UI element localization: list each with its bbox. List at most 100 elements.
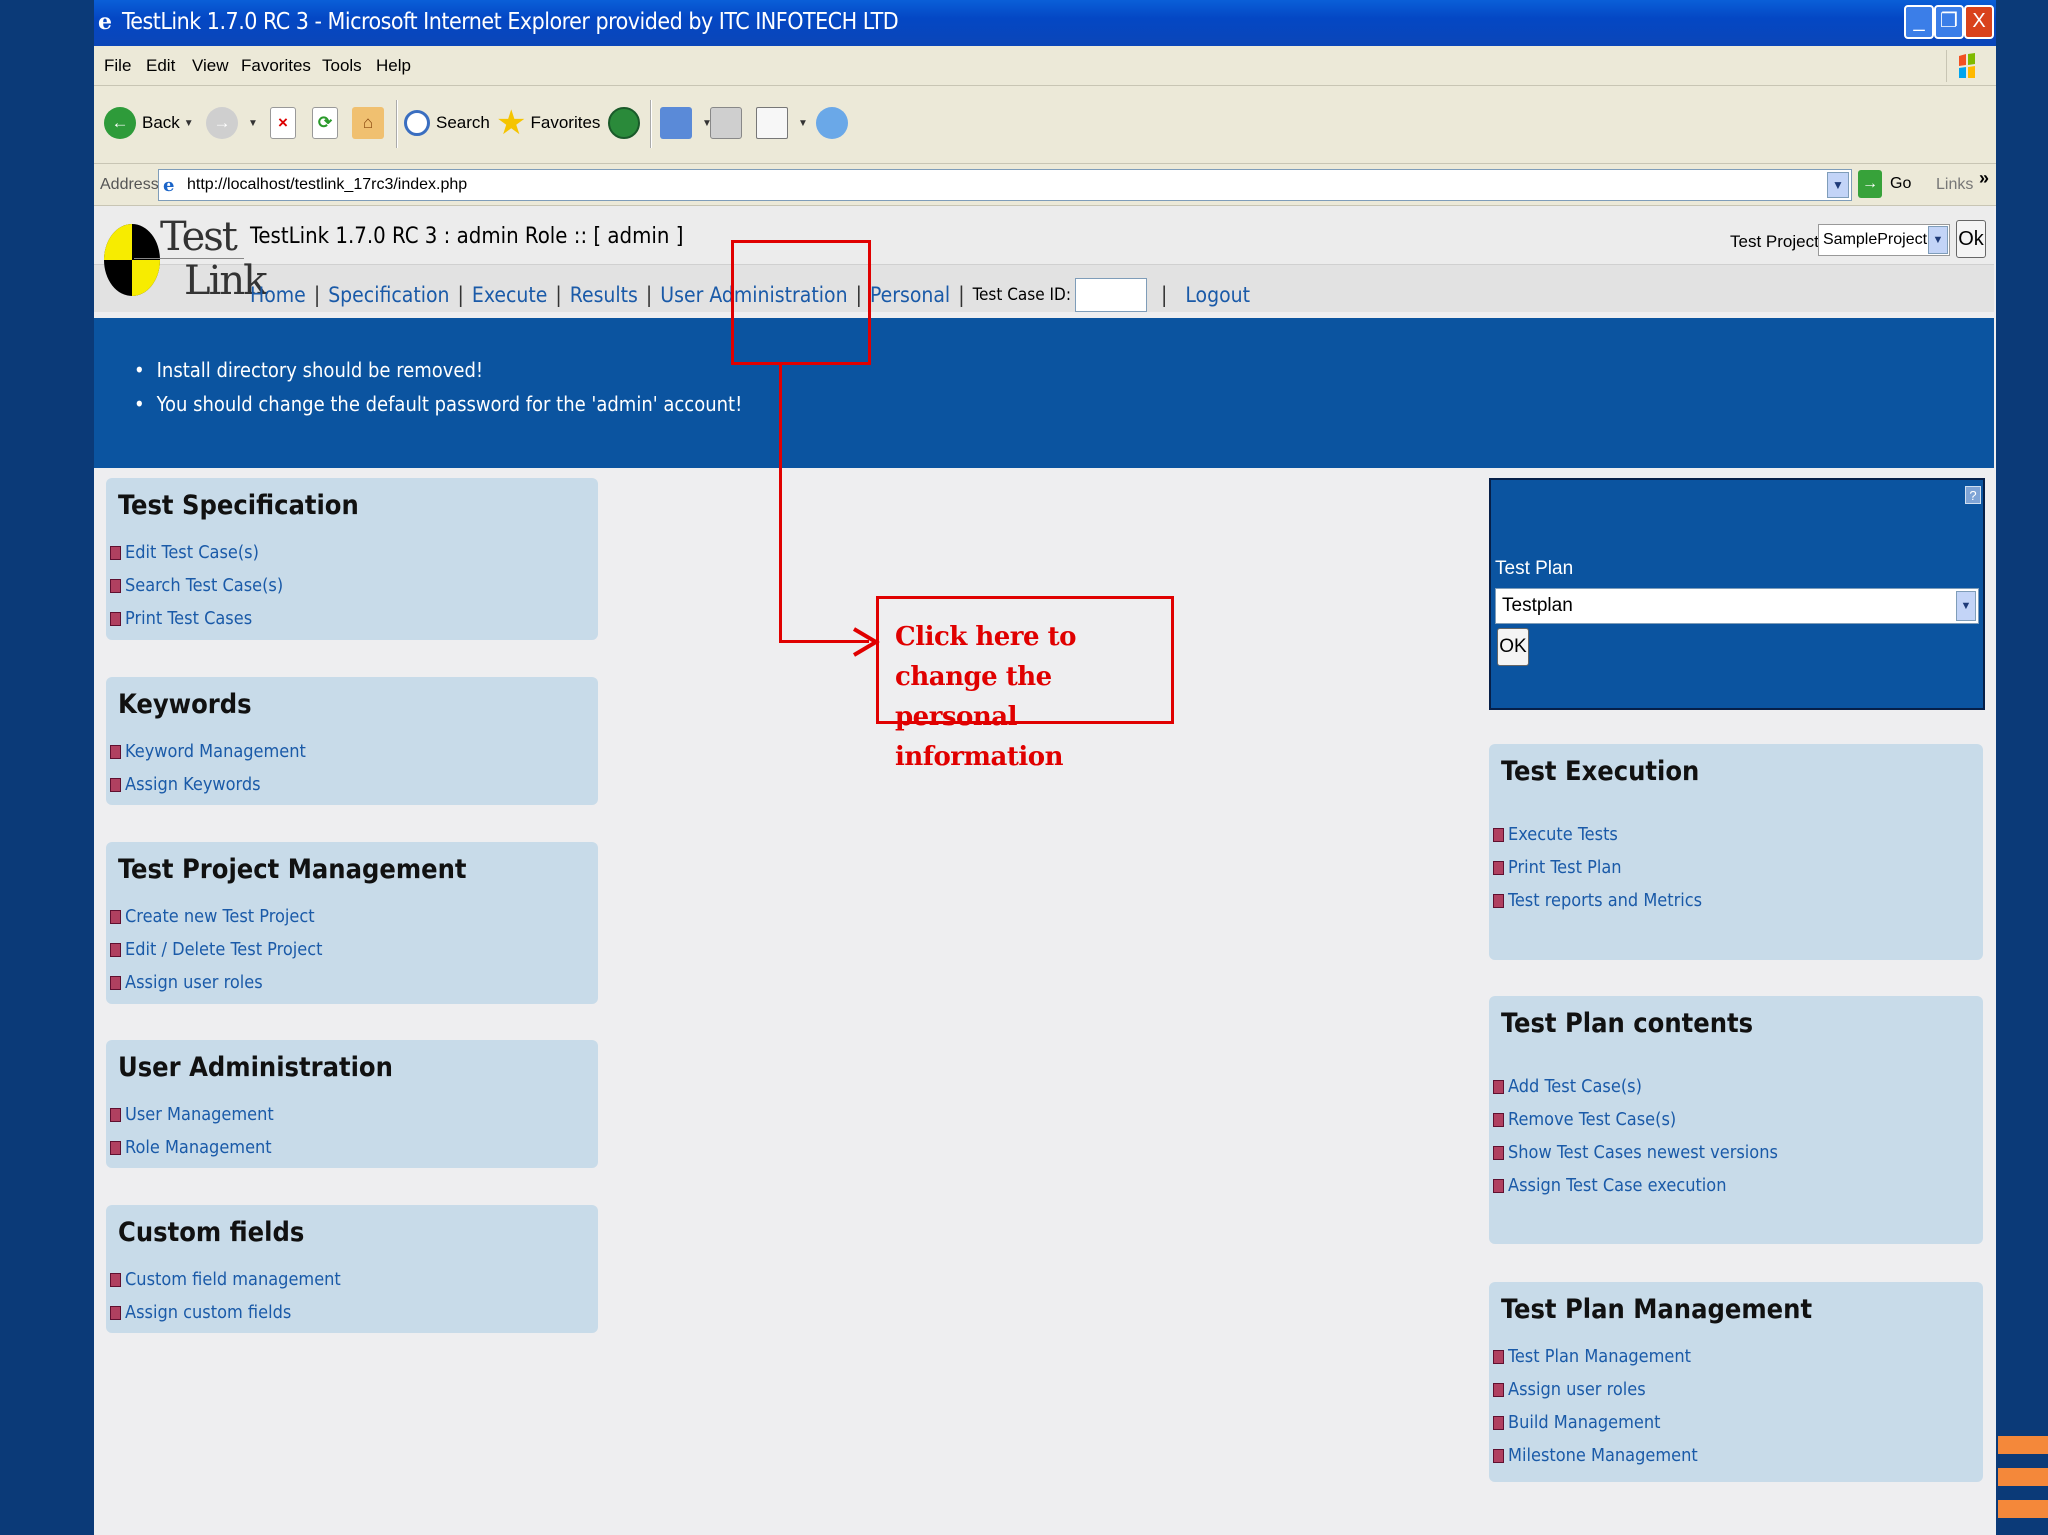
alert-banner: Install directory should be removed! You… bbox=[94, 318, 1994, 468]
nav-logout[interactable]: Logout bbox=[1185, 283, 1250, 307]
bullet-icon bbox=[1493, 893, 1504, 908]
link-build-management[interactable]: Build Management bbox=[1493, 1406, 1698, 1439]
forward-button[interactable]: → ▼ bbox=[206, 100, 258, 146]
test-plan-ok-button[interactable]: OK bbox=[1497, 628, 1529, 666]
nav-home[interactable]: Home bbox=[250, 283, 306, 307]
bullet-icon bbox=[110, 942, 121, 957]
restore-button[interactable]: ❐ bbox=[1934, 5, 1964, 39]
nav-specification[interactable]: Specification bbox=[328, 283, 449, 307]
edit-button[interactable]: ▼ bbox=[756, 100, 808, 146]
link-test-plan-management[interactable]: Test Plan Management bbox=[1493, 1340, 1698, 1373]
favorites-button[interactable]: ★ Favorites bbox=[496, 100, 600, 146]
link-label: Add Test Case(s) bbox=[1508, 1076, 1642, 1097]
links-chevron-icon[interactable]: » bbox=[1979, 168, 1989, 189]
link-role-management[interactable]: Role Management bbox=[110, 1131, 274, 1164]
menu-favorites[interactable]: Favorites bbox=[241, 56, 311, 76]
refresh-button[interactable]: ⟳ bbox=[312, 100, 344, 146]
link-assign-user-roles-plan[interactable]: Assign user roles bbox=[1493, 1373, 1698, 1406]
mail-icon bbox=[660, 107, 692, 139]
panel-test-plan-contents: Test Plan contents Add Test Case(s) Remo… bbox=[1489, 996, 1983, 1244]
panel-title: Test Plan Management bbox=[1501, 1294, 1813, 1325]
link-edit-test-cases[interactable]: Edit Test Case(s) bbox=[110, 536, 283, 569]
link-search-test-cases[interactable]: Search Test Case(s) bbox=[110, 569, 283, 602]
chevron-down-icon[interactable]: ▼ bbox=[1956, 591, 1976, 621]
menu-edit[interactable]: Edit bbox=[146, 56, 175, 76]
messenger-button[interactable] bbox=[816, 100, 854, 146]
panel-keywords: Keywords Keyword Management Assign Keywo… bbox=[106, 677, 598, 805]
test-project-ok-button[interactable]: Ok bbox=[1956, 220, 1986, 258]
back-dropdown-icon[interactable]: ▼ bbox=[184, 118, 194, 129]
mail-button[interactable]: ▼ bbox=[660, 100, 712, 146]
link-edit-delete-test-project[interactable]: Edit / Delete Test Project bbox=[110, 933, 323, 966]
nav-execute[interactable]: Execute bbox=[472, 283, 548, 307]
bullet-icon bbox=[110, 909, 121, 924]
menu-file[interactable]: File bbox=[104, 56, 131, 76]
link-keyword-management[interactable]: Keyword Management bbox=[110, 735, 306, 768]
back-button[interactable]: ← Back ▼ bbox=[104, 100, 194, 146]
edit-dropdown-icon[interactable]: ▼ bbox=[798, 118, 808, 129]
bullet-icon bbox=[1493, 827, 1504, 842]
link-label: Remove Test Case(s) bbox=[1508, 1109, 1677, 1130]
link-assign-custom-fields[interactable]: Assign custom fields bbox=[110, 1296, 341, 1329]
chevron-down-icon[interactable]: ▼ bbox=[1928, 226, 1948, 254]
link-label: Test Plan Management bbox=[1508, 1346, 1692, 1367]
link-custom-field-management[interactable]: Custom field management bbox=[110, 1263, 341, 1296]
test-plan-label: Test Plan bbox=[1495, 558, 1574, 579]
print-button[interactable] bbox=[710, 100, 748, 146]
messenger-icon bbox=[816, 107, 848, 139]
menu-tools[interactable]: Tools bbox=[322, 56, 362, 76]
alert-item: Install directory should be removed! bbox=[134, 358, 742, 382]
forward-dropdown-icon[interactable]: ▼ bbox=[248, 118, 258, 129]
link-label: Show Test Cases newest versions bbox=[1508, 1142, 1778, 1163]
address-input[interactable]: e http://localhost/testlink_17rc3/index.… bbox=[158, 169, 1852, 201]
link-execute-tests[interactable]: Execute Tests bbox=[1493, 818, 1702, 851]
testlink-logo[interactable]: Test Link bbox=[104, 212, 267, 310]
test-plan-select[interactable]: Testplan ▼ bbox=[1495, 588, 1979, 624]
home-button[interactable]: ⌂ bbox=[352, 100, 390, 146]
link-label: User Management bbox=[125, 1104, 274, 1125]
nav-results[interactable]: Results bbox=[570, 283, 638, 307]
link-user-management[interactable]: User Management bbox=[110, 1098, 274, 1131]
link-show-newest-versions[interactable]: Show Test Cases newest versions bbox=[1493, 1136, 1778, 1169]
link-label: Edit / Delete Test Project bbox=[125, 939, 323, 960]
link-print-test-plan[interactable]: Print Test Plan bbox=[1493, 851, 1702, 884]
link-assign-keywords[interactable]: Assign Keywords bbox=[110, 768, 306, 801]
window-title: TestLink 1.7.0 RC 3 - Microsoft Internet… bbox=[122, 9, 899, 35]
test-case-id-input[interactable] bbox=[1074, 278, 1147, 312]
bullet-icon bbox=[1493, 1145, 1504, 1160]
link-print-test-cases[interactable]: Print Test Cases bbox=[110, 602, 283, 635]
menu-help[interactable]: Help bbox=[376, 56, 411, 76]
history-button[interactable] bbox=[608, 100, 646, 146]
stop-button[interactable]: × bbox=[270, 100, 302, 146]
panel-custom-fields: Custom fields Custom field management As… bbox=[106, 1205, 598, 1333]
title-bar[interactable]: e TestLink 1.7.0 RC 3 - Microsoft Intern… bbox=[94, 0, 1996, 46]
nav-personal[interactable]: Personal bbox=[870, 283, 950, 307]
link-milestone-management[interactable]: Milestone Management bbox=[1493, 1439, 1698, 1472]
link-create-test-project[interactable]: Create new Test Project bbox=[110, 900, 323, 933]
link-assign-user-roles[interactable]: Assign user roles bbox=[110, 966, 323, 999]
link-add-test-cases[interactable]: Add Test Case(s) bbox=[1493, 1070, 1778, 1103]
links-button[interactable]: Links bbox=[1936, 176, 1973, 194]
link-test-reports-metrics[interactable]: Test reports and Metrics bbox=[1493, 884, 1702, 917]
link-label: Assign Keywords bbox=[125, 774, 261, 795]
test-project-select[interactable]: SampleProject ▼ bbox=[1818, 224, 1950, 256]
link-assign-test-case-execution[interactable]: Assign Test Case execution bbox=[1493, 1169, 1778, 1202]
logo-circle-icon bbox=[104, 224, 160, 296]
bullet-icon bbox=[1493, 1112, 1504, 1127]
link-remove-test-cases[interactable]: Remove Test Case(s) bbox=[1493, 1103, 1778, 1136]
page-content: Test Link TestLink 1.7.0 RC 3 : admin Ro… bbox=[94, 206, 1996, 1535]
link-label: Role Management bbox=[125, 1137, 272, 1158]
annotation-highlight-box bbox=[731, 240, 871, 365]
minimize-button[interactable]: _ bbox=[1904, 5, 1934, 39]
help-icon[interactable]: ? bbox=[1965, 486, 1981, 504]
nav-separator: | bbox=[958, 283, 965, 307]
address-dropdown-icon[interactable]: ▼ bbox=[1827, 172, 1849, 198]
test-project-label: Test Project bbox=[1730, 232, 1819, 251]
menu-bar: File Edit View Favorites Tools Help bbox=[94, 46, 1996, 86]
go-button[interactable]: → Go bbox=[1858, 170, 1911, 198]
go-label: Go bbox=[1890, 175, 1912, 192]
menu-view[interactable]: View bbox=[192, 56, 229, 76]
close-button[interactable]: X bbox=[1964, 5, 1994, 39]
search-button[interactable]: Search bbox=[404, 100, 490, 146]
link-label: Edit Test Case(s) bbox=[125, 542, 259, 563]
